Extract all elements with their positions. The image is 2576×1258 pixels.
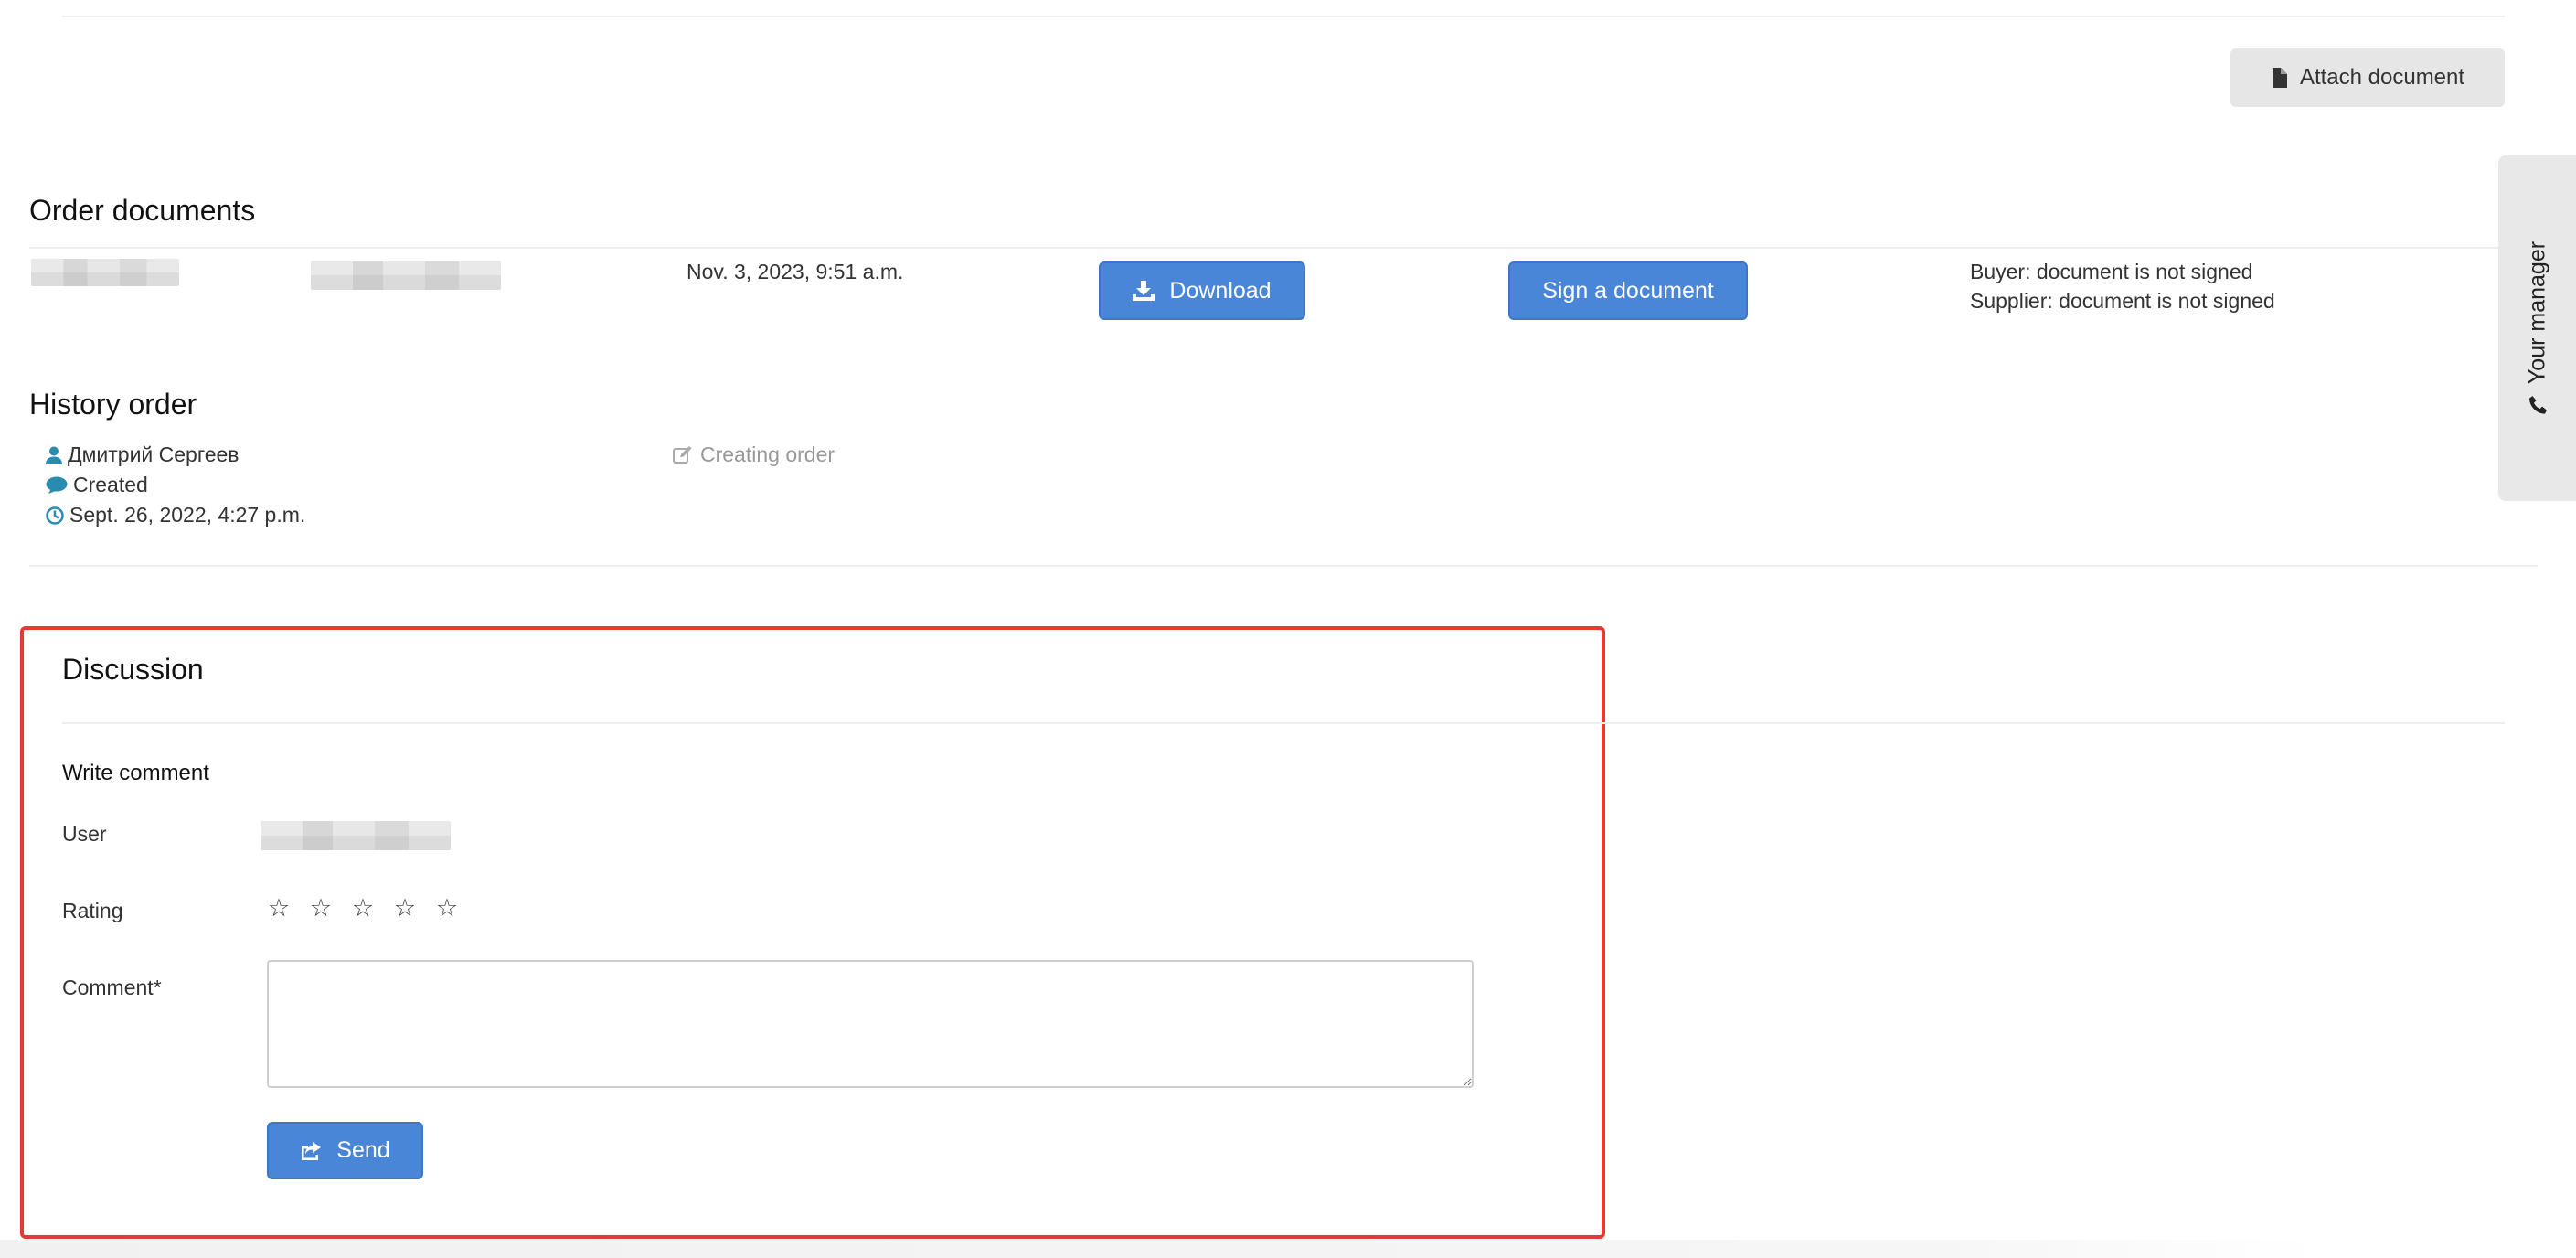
rating-star-2[interactable]: ☆ — [309, 894, 333, 922]
history-order-title: History order — [29, 388, 197, 421]
history-status: Created — [46, 473, 148, 497]
history-action: Creating order — [673, 442, 835, 467]
bottom-scroll-shadow — [0, 1240, 2576, 1258]
document-name-redacted — [31, 259, 179, 286]
document-number-redacted — [311, 261, 501, 290]
rating-label: Rating — [62, 899, 123, 922]
discussion-highlight-box — [20, 626, 1605, 1239]
attach-document-button[interactable]: Attach document — [2230, 48, 2505, 107]
top-divider — [62, 16, 2505, 17]
rating-stars: ☆ ☆ ☆ ☆ ☆ — [267, 894, 459, 922]
download-label: Download — [1169, 277, 1272, 304]
your-manager-label: Your manager — [2524, 240, 2549, 385]
history-user: Дмитрий Сергеев — [46, 442, 240, 467]
your-manager-tab[interactable]: Your manager — [2498, 155, 2576, 501]
order-documents-divider — [29, 247, 2501, 249]
write-comment-heading: Write comment — [62, 761, 209, 785]
share-icon — [302, 1141, 322, 1160]
history-user-name: Дмитрий Сергеев — [68, 442, 240, 466]
comment-label: Comment* — [62, 975, 162, 999]
sign-document-label: Sign a document — [1542, 277, 1714, 304]
send-label: Send — [336, 1137, 390, 1163]
discussion-divider — [62, 722, 2505, 724]
download-button[interactable]: Download — [1099, 261, 1305, 320]
comment-textarea[interactable] — [267, 960, 1474, 1088]
download-icon — [1133, 281, 1155, 301]
history-divider — [29, 565, 2538, 567]
order-documents-title: Order documents — [29, 194, 256, 227]
history-timestamp: Sept. 26, 2022, 4:27 p.m. — [46, 503, 305, 528]
comment-user-redacted — [261, 821, 451, 850]
rating-star-5[interactable]: ☆ — [435, 894, 459, 922]
phone-icon — [2528, 395, 2548, 415]
buyer-sign-status: Buyer: document is not signed — [1970, 260, 2253, 283]
rating-star-1[interactable]: ☆ — [267, 894, 291, 922]
supplier-sign-status: Supplier: document is not signed — [1970, 289, 2275, 313]
user-icon — [46, 446, 62, 464]
comment-icon — [46, 476, 68, 495]
discussion-title: Discussion — [62, 653, 204, 686]
document-date: Nov. 3, 2023, 9:51 a.m. — [687, 260, 904, 283]
file-icon — [2272, 68, 2287, 88]
edit-icon — [673, 445, 693, 464]
history-action-text: Creating order — [700, 442, 836, 466]
history-status-text: Created — [73, 473, 148, 496]
clock-icon — [46, 506, 64, 525]
attach-document-label: Attach document — [2299, 65, 2465, 90]
send-button[interactable]: Send — [267, 1122, 423, 1179]
history-timestamp-text: Sept. 26, 2022, 4:27 p.m. — [69, 503, 306, 527]
rating-star-4[interactable]: ☆ — [393, 894, 417, 922]
rating-star-3[interactable]: ☆ — [351, 894, 375, 922]
sign-document-button[interactable]: Sign a document — [1508, 261, 1748, 320]
user-label: User — [62, 822, 107, 846]
